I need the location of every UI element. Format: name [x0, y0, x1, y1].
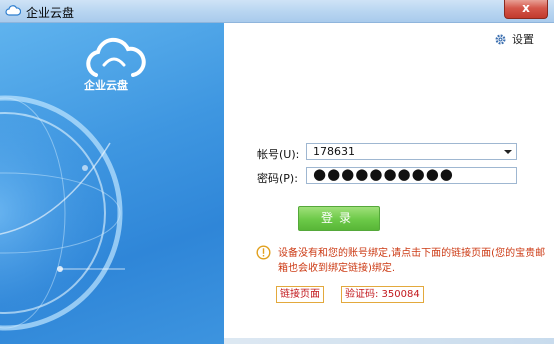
settings-button[interactable]: 设置 — [494, 31, 534, 47]
account-value: 178631 — [313, 145, 355, 158]
cloud-app-icon — [5, 5, 21, 16]
globe-graphic — [0, 95, 125, 331]
settings-label: 设置 — [512, 33, 534, 46]
login-window: 企业云盘 x 企业云盘 设置 帐号(U): 178631 密码(P): ●●●●… — [0, 0, 554, 344]
link-page-badge[interactable]: 链接页面 — [276, 286, 324, 303]
chevron-down-icon[interactable] — [504, 150, 512, 154]
gear-icon — [495, 33, 506, 45]
close-button[interactable]: x — [504, 0, 548, 19]
title-bar: 企业云盘 x — [0, 0, 554, 23]
password-label: 密码(P): — [257, 172, 298, 185]
account-combobox[interactable]: 178631 — [306, 143, 517, 160]
window-title: 企业云盘 — [26, 6, 75, 20]
password-field[interactable]: ●●●●●●●●●● — [306, 165, 517, 184]
brand-panel: 企业云盘 — [0, 23, 224, 344]
password-value: ●●●●●●●●●● — [313, 165, 454, 183]
warning-info-icon — [256, 245, 271, 260]
bottom-border — [224, 338, 554, 344]
verification-code-badge: 验证码: 350084 — [341, 286, 424, 303]
logo-text: 企业云盘 — [84, 79, 128, 92]
close-icon: x — [522, 1, 530, 15]
binding-notice: 设备没有和您的账号绑定,请点击下面的链接页面(您的宝贵邮箱也会收到绑定链接)绑定… — [278, 248, 546, 274]
account-label: 帐号(U): — [257, 148, 300, 161]
login-button[interactable]: 登录 — [298, 206, 380, 231]
